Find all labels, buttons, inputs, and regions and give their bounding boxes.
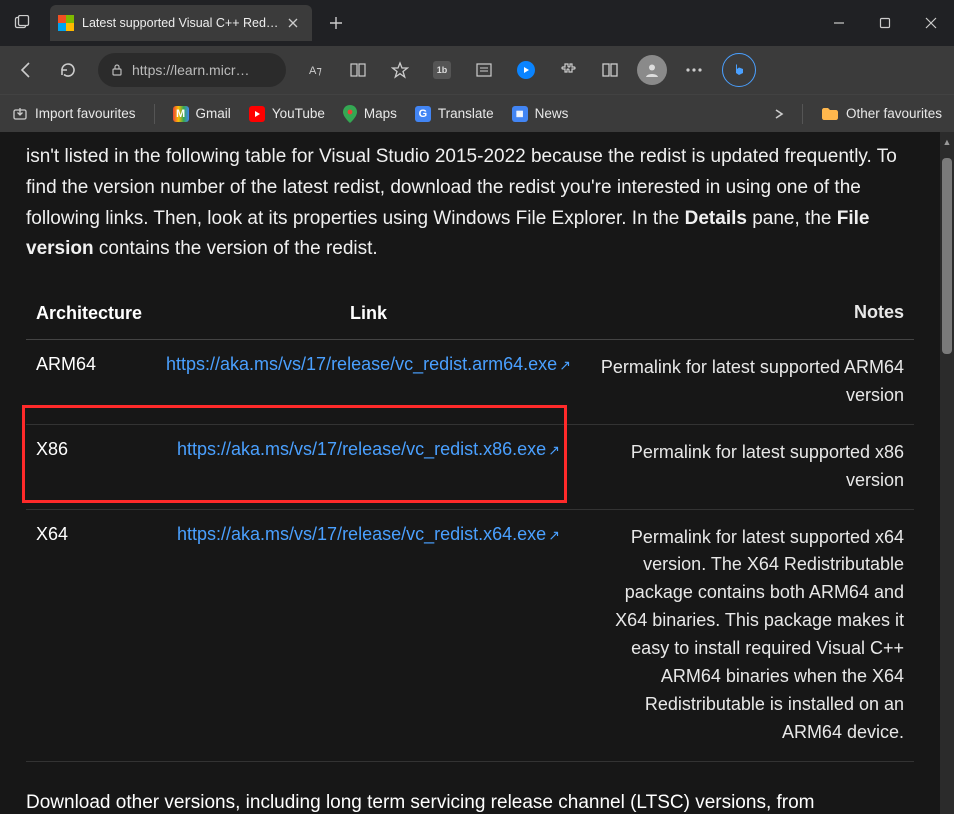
url-text: https://learn.micr… bbox=[132, 62, 249, 78]
fav-maps[interactable]: Maps bbox=[343, 105, 397, 123]
window-titlebar: Latest supported Visual C++ Red… bbox=[0, 0, 954, 46]
gmail-icon: M bbox=[173, 106, 189, 122]
col-notes: Notes bbox=[581, 287, 914, 339]
bing-chat-button[interactable] bbox=[722, 53, 756, 87]
maximize-button[interactable] bbox=[862, 0, 908, 46]
table-row: X86 https://aka.ms/vs/17/release/vc_redi… bbox=[26, 424, 914, 509]
close-window-button[interactable] bbox=[908, 0, 954, 46]
extensions-button[interactable] bbox=[550, 52, 586, 88]
below-paragraph: Download other versions, including long … bbox=[26, 788, 914, 814]
fav-overflow-button[interactable] bbox=[774, 107, 784, 121]
svg-text:A⁊: A⁊ bbox=[309, 65, 322, 77]
import-favourites-button[interactable]: Import favourites bbox=[12, 106, 136, 122]
reading-mode-button[interactable] bbox=[340, 52, 376, 88]
window-controls bbox=[816, 0, 954, 46]
fav-translate[interactable]: GTranslate bbox=[415, 106, 494, 122]
extension-3[interactable] bbox=[508, 52, 544, 88]
split-screen-button[interactable] bbox=[592, 52, 628, 88]
col-link: Link bbox=[156, 287, 581, 339]
cell-arch: ARM64 bbox=[26, 339, 156, 424]
fav-gmail[interactable]: MGmail bbox=[173, 106, 231, 122]
cell-link: https://aka.ms/vs/17/release/vc_redist.x… bbox=[156, 424, 581, 509]
extension-2[interactable] bbox=[466, 52, 502, 88]
favorite-button[interactable] bbox=[382, 52, 418, 88]
extension-1[interactable]: 1b bbox=[424, 52, 460, 88]
new-tab-button[interactable] bbox=[320, 7, 352, 39]
refresh-button[interactable] bbox=[50, 52, 86, 88]
ms-favicon bbox=[58, 15, 74, 31]
tab-actions-button[interactable] bbox=[0, 0, 44, 46]
lock-icon bbox=[110, 63, 124, 77]
address-bar[interactable]: https://learn.micr… bbox=[98, 53, 286, 87]
cell-arch: X86 bbox=[26, 424, 156, 509]
maps-icon bbox=[343, 105, 357, 123]
back-button[interactable] bbox=[8, 52, 44, 88]
scrollbar-thumb[interactable] bbox=[942, 158, 952, 354]
cell-notes: Permalink for latest supported ARM64 ver… bbox=[581, 339, 914, 424]
fav-news[interactable]: ▦News bbox=[512, 106, 569, 122]
table-row: X64 https://aka.ms/vs/17/release/vc_redi… bbox=[26, 509, 914, 761]
col-architecture: Architecture bbox=[26, 287, 156, 339]
download-link-x64[interactable]: https://aka.ms/vs/17/release/vc_redist.x… bbox=[177, 524, 546, 544]
table-row: ARM64 https://aka.ms/vs/17/release/vc_re… bbox=[26, 339, 914, 424]
downloads-table: Architecture Link Notes ARM64 https://ak… bbox=[26, 287, 914, 762]
browser-toolbar: https://learn.micr… A⁊ 1b bbox=[0, 46, 954, 94]
read-aloud-button[interactable]: A⁊ bbox=[298, 52, 334, 88]
browser-tab[interactable]: Latest supported Visual C++ Red… bbox=[50, 5, 312, 41]
cell-link: https://aka.ms/vs/17/release/vc_redist.a… bbox=[156, 339, 581, 424]
fav-youtube[interactable]: YouTube bbox=[249, 106, 325, 122]
translate-icon: G bbox=[415, 106, 431, 122]
external-link-icon: ↗ bbox=[559, 357, 571, 373]
download-link-x86[interactable]: https://aka.ms/vs/17/release/vc_redist.x… bbox=[177, 439, 546, 459]
youtube-icon bbox=[249, 106, 265, 122]
intro-paragraph: isn't listed in the following table for … bbox=[26, 142, 914, 265]
cell-link: https://aka.ms/vs/17/release/vc_redist.x… bbox=[156, 509, 581, 761]
import-icon bbox=[12, 106, 28, 122]
external-link-icon: ↗ bbox=[548, 442, 560, 458]
download-link-arm64[interactable]: https://aka.ms/vs/17/release/vc_redist.a… bbox=[166, 354, 557, 374]
scroll-up-button[interactable]: ▲ bbox=[940, 134, 954, 150]
menu-button[interactable] bbox=[676, 52, 712, 88]
folder-icon bbox=[821, 107, 839, 121]
tab-title: Latest supported Visual C++ Red… bbox=[82, 16, 278, 30]
tab-close-button[interactable] bbox=[284, 14, 302, 32]
cell-notes: Permalink for latest supported x86 versi… bbox=[581, 424, 914, 509]
minimize-button[interactable] bbox=[816, 0, 862, 46]
external-link-icon: ↗ bbox=[548, 527, 560, 543]
profile-button[interactable] bbox=[634, 52, 670, 88]
news-icon: ▦ bbox=[512, 106, 528, 122]
favorites-bar: Import favourites MGmail YouTube Maps GT… bbox=[0, 94, 954, 132]
avatar-icon bbox=[637, 55, 667, 85]
page-content: isn't listed in the following table for … bbox=[0, 132, 940, 814]
cell-arch: X64 bbox=[26, 509, 156, 761]
table-header-row: Architecture Link Notes bbox=[26, 287, 914, 339]
other-favourites-button[interactable]: Other favourites bbox=[821, 106, 942, 121]
cell-notes: Permalink for latest supported x64 versi… bbox=[581, 509, 914, 761]
